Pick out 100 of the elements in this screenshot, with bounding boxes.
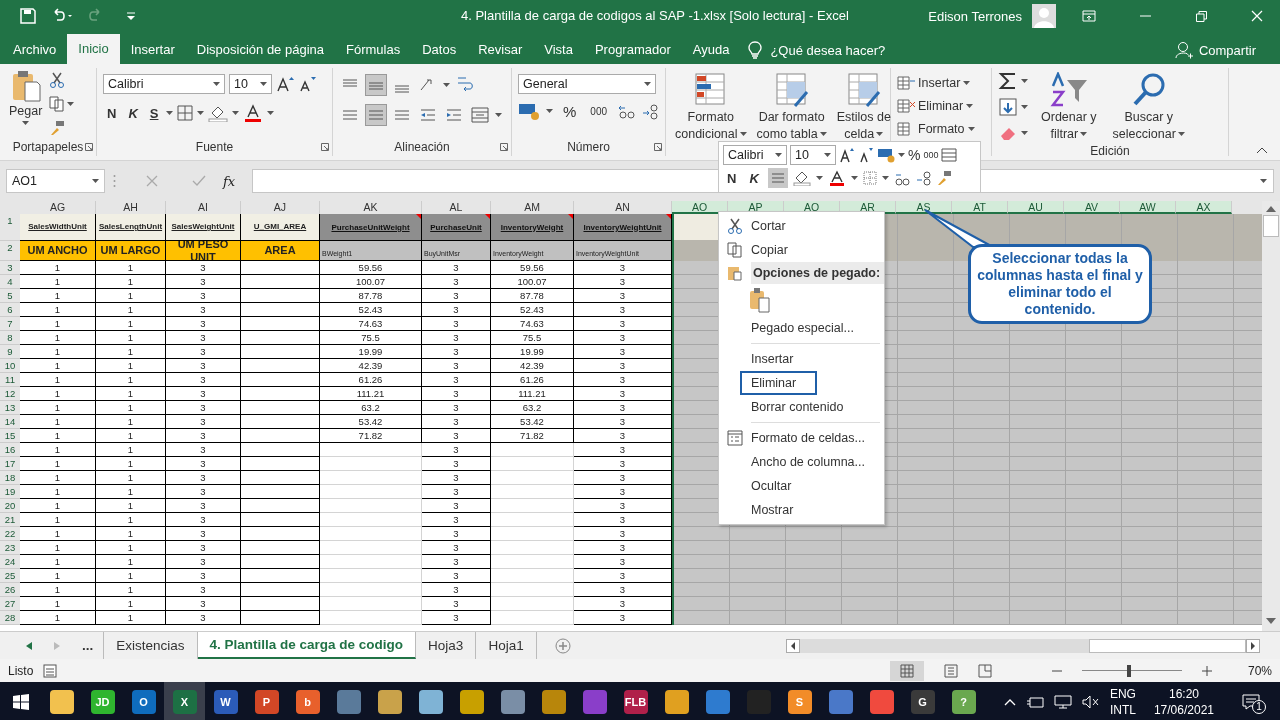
table-cell: 3 xyxy=(166,275,241,289)
table-cell: 42.39 xyxy=(320,359,422,373)
group-label: Edición xyxy=(1089,144,1131,158)
table-cell: 75.5 xyxy=(491,331,574,345)
table-cell: 3 xyxy=(574,261,672,275)
table-cell: 111.21 xyxy=(320,387,422,401)
table-cell: 3 xyxy=(422,359,491,373)
table-cell: 3 xyxy=(574,513,672,527)
table-cell: 3 xyxy=(422,373,491,387)
table-cell: 71.82 xyxy=(320,429,422,443)
table-cell: 1 xyxy=(20,331,96,345)
table-cell: SalesWeightUnit xyxy=(166,214,241,241)
table-cell: 52.43 xyxy=(491,303,574,317)
table-cell: 75.5 xyxy=(320,331,422,345)
table-cell: 1 xyxy=(96,303,166,317)
table-cell: 1 xyxy=(96,401,166,415)
table-cell: 3 xyxy=(574,345,672,359)
table-cell: 3 xyxy=(422,457,491,471)
table-cell: 52.43 xyxy=(320,303,422,317)
table-cell: 100.07 xyxy=(491,275,574,289)
table-cell: 3 xyxy=(166,317,241,331)
table-cell: 1 xyxy=(20,359,96,373)
table-cell: 3 xyxy=(574,471,672,485)
table-cell: 1 xyxy=(20,443,96,457)
table-cell: 1 xyxy=(20,345,96,359)
table-cell: 71.82 xyxy=(491,429,574,443)
table-cell: 3 xyxy=(574,415,672,429)
table-cell: 3 xyxy=(422,261,491,275)
table-cell: 19.99 xyxy=(491,345,574,359)
table-cell: 1 xyxy=(20,303,96,317)
table-cell: 3 xyxy=(166,387,241,401)
table-cell: 3 xyxy=(574,317,672,331)
table-cell: 1 xyxy=(96,513,166,527)
table-cell: 3 xyxy=(166,261,241,275)
table-cell: AREA xyxy=(241,241,320,261)
table-cell: 3 xyxy=(574,485,672,499)
table-cell: 1 xyxy=(96,373,166,387)
table-cell: 1 xyxy=(20,275,96,289)
table-cell: 1 xyxy=(96,415,166,429)
table-cell: 59.56 xyxy=(320,261,422,275)
table-cell: 3 xyxy=(422,471,491,485)
table-cell: 61.26 xyxy=(320,373,422,387)
table-cell: 3 xyxy=(166,555,241,569)
table-cell: 3 xyxy=(422,317,491,331)
user-name: Edison Terrones xyxy=(928,8,1022,24)
table-cell: 1 xyxy=(20,485,96,499)
table-cell: 3 xyxy=(166,541,241,555)
table-cell: PurchaseUnitWeight xyxy=(320,214,422,241)
window-title: 4. Plantilla de carga de codigos al SAP -1.xlsx [Solo lectura] - Excel xyxy=(461,8,849,23)
table-cell: 3 xyxy=(574,387,672,401)
table-cell: 3 xyxy=(574,275,672,289)
table-cell: 3 xyxy=(166,499,241,513)
table-cell: 3 xyxy=(422,611,491,625)
table-cell: 3 xyxy=(574,527,672,541)
clock-date: 17/06/2021 xyxy=(1153,702,1214,718)
table-cell: 3 xyxy=(574,499,672,513)
table-cell: 3 xyxy=(166,485,241,499)
table-cell: 3 xyxy=(166,443,241,457)
table-cell: PurchaseUnit xyxy=(422,214,491,241)
table-cell: UM LARGO xyxy=(96,241,166,261)
table-cell: 3 xyxy=(166,401,241,415)
table-cell: 1 xyxy=(20,317,96,331)
notification-count: 1 xyxy=(1252,700,1266,714)
table-cell: 3 xyxy=(166,345,241,359)
table-cell: 1 xyxy=(96,429,166,443)
table-cell: InventoryWeight xyxy=(491,214,574,241)
table-cell: 3 xyxy=(574,583,672,597)
table-cell: 1 xyxy=(96,331,166,345)
table-cell: 3 xyxy=(166,611,241,625)
table-cell: 59.56 xyxy=(491,261,574,275)
table-cell: 3 xyxy=(422,555,491,569)
table-cell: 3 xyxy=(574,555,672,569)
table-cell: 19.99 xyxy=(320,345,422,359)
table-cell: 1 xyxy=(96,611,166,625)
table-cell: 1 xyxy=(20,401,96,415)
group-label: Número xyxy=(512,140,665,156)
table-cell: 1 xyxy=(96,541,166,555)
table-cell: 3 xyxy=(166,303,241,317)
table-cell: 1 xyxy=(20,527,96,541)
table-cell: 3 xyxy=(422,387,491,401)
table-cell: 3 xyxy=(574,331,672,345)
table-cell: 1 xyxy=(96,555,166,569)
status-text: Listo xyxy=(8,663,34,678)
table-cell: 1 xyxy=(96,275,166,289)
table-cell: 63.2 xyxy=(320,401,422,415)
table-cell: 1 xyxy=(96,569,166,583)
table-cell: 1 xyxy=(20,499,96,513)
table-cell: 3 xyxy=(574,569,672,583)
table-cell: 53.42 xyxy=(320,415,422,429)
table-cell: InventoryWeightUnit xyxy=(574,214,672,241)
table-cell: 3 xyxy=(166,597,241,611)
table-cell: 3 xyxy=(422,499,491,513)
table-cell: 3 xyxy=(422,541,491,555)
table-cell: 3 xyxy=(166,513,241,527)
table-cell: 3 xyxy=(422,597,491,611)
table-cell: 1 xyxy=(96,261,166,275)
table-cell: 3 xyxy=(166,359,241,373)
table-cell: 1 xyxy=(96,527,166,541)
table-cell: 1 xyxy=(96,289,166,303)
table-cell: 74.63 xyxy=(320,317,422,331)
